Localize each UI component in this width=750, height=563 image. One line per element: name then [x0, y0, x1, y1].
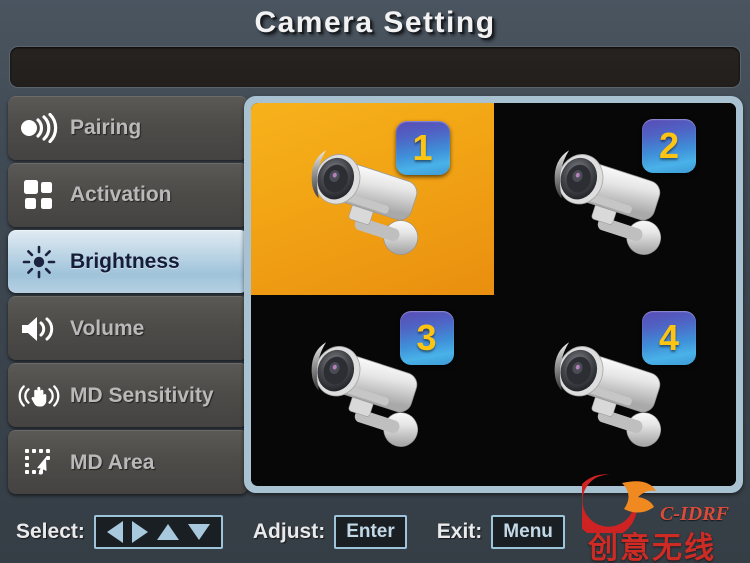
camera-cell-2[interactable]: 2: [493, 103, 736, 295]
dotted-area-icon: [18, 445, 60, 481]
speaker-volume-icon: [18, 311, 60, 347]
down-arrow-icon[interactable]: [187, 523, 210, 540]
title-bar: Camera Setting: [0, 0, 750, 46]
exit-label: Exit:: [436, 519, 483, 543]
camera-cell-1[interactable]: 1: [251, 103, 494, 295]
left-arrow-icon[interactable]: [106, 520, 123, 543]
sidebar-item-md-sensitivity[interactable]: MD Sensitivity: [8, 363, 248, 428]
sidebar-item-brightness[interactable]: Brightness: [8, 229, 248, 294]
camera-badge: 1: [395, 121, 450, 175]
settings-menu-sidebar: Pairing Activation Brightness Volume MD …: [8, 96, 248, 494]
hand-motion-icon: [18, 378, 60, 414]
select-label: Select:: [16, 519, 85, 543]
direction-pad-keys[interactable]: [93, 514, 223, 549]
right-arrow-icon[interactable]: [131, 520, 148, 543]
sidebar-item-label: MD Sensitivity: [70, 383, 214, 407]
status-bar: Select: Adjust: Enter Exit: Menu: [0, 500, 750, 563]
enter-key-button[interactable]: Enter: [334, 514, 407, 549]
menu-key-button[interactable]: Menu: [491, 514, 565, 549]
sidebar-item-md-area[interactable]: MD Area: [8, 430, 248, 494]
up-arrow-icon[interactable]: [156, 523, 179, 540]
sidebar-item-pairing[interactable]: Pairing: [8, 96, 248, 160]
main-content: Pairing Activation Brightness Volume MD …: [0, 96, 750, 496]
grid-squares-icon: [18, 177, 60, 213]
sidebar-item-activation[interactable]: Activation: [8, 162, 248, 227]
adjust-label: Adjust:: [252, 519, 326, 543]
sidebar-item-label: MD Area: [70, 450, 155, 474]
camera-badge: 4: [642, 310, 696, 365]
sidebar-item-label: Volume: [70, 316, 145, 340]
sidebar-item-label: Pairing: [70, 116, 142, 140]
camera-cell-4[interactable]: 4: [493, 294, 736, 486]
pairing-signal-icon: [18, 110, 60, 146]
camera-badge: 2: [642, 119, 696, 173]
sidebar-item-volume[interactable]: Volume: [8, 296, 248, 361]
camera-grid-frame: 1 2 3 4: [244, 96, 743, 493]
camera-grid: 1 2 3 4: [251, 103, 736, 486]
camera-badge: 3: [399, 310, 454, 365]
sidebar-item-label: Activation: [70, 183, 172, 207]
value-display-bar: [9, 46, 741, 88]
sidebar-item-label: Brightness: [70, 250, 180, 274]
page-title: Camera Setting: [254, 6, 496, 39]
brightness-sun-icon: [18, 244, 60, 280]
camera-cell-3[interactable]: 3: [251, 294, 494, 486]
